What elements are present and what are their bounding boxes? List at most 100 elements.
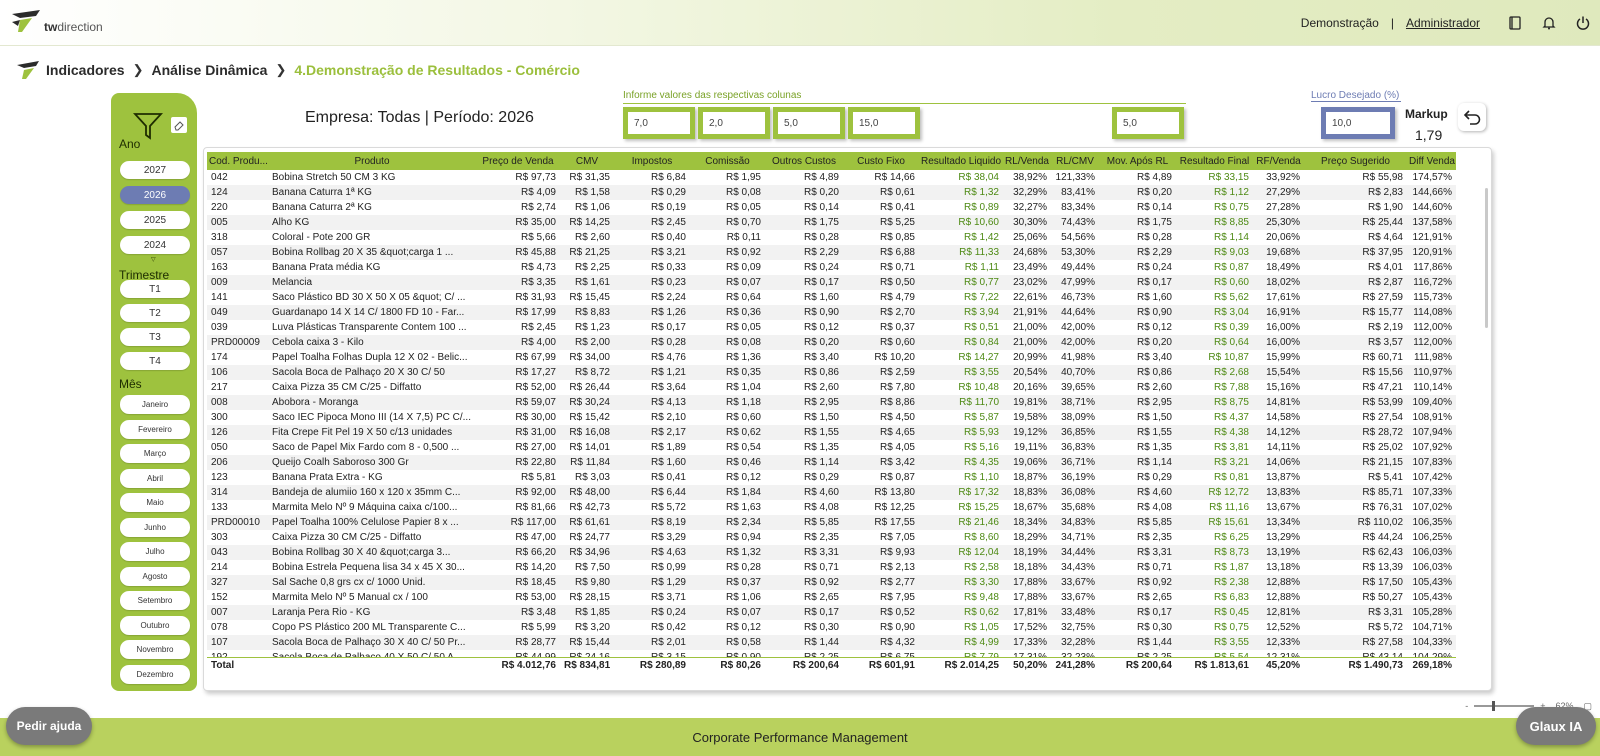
comissao-input[interactable] — [703, 112, 765, 134]
table-row[interactable]: PRD00010 Papel Toalha 100% Celulose Papie… — [207, 515, 1456, 530]
breadcrumb-item-indicadores[interactable]: Indicadores — [46, 62, 125, 78]
table-row[interactable]: 078 Copo PS Plástico 200 ML Transparente … — [207, 620, 1456, 635]
table-cell: R$ 0,87 — [1213, 262, 1249, 273]
table-row[interactable]: 163 Banana Prata média KG R$ 4,73 R$ 2,25 R$… — [207, 260, 1456, 275]
table-row[interactable]: 008 Abobora - Moranga R$ 59,07 R$ 30,24 R$ 4… — [207, 395, 1456, 410]
table-cell: R$ 30,00 — [515, 412, 556, 423]
table-row[interactable]: 327 Sal Sache 0,8 grs cx c/ 1000 Unid. R$ … — [207, 575, 1456, 590]
table-row[interactable]: 043 Bobina Rollbag 30 X 40 &quot;carga 3.… — [207, 545, 1456, 560]
table-row[interactable]: 124 Banana Caturra 1ª KG R$ 4,09 R$ 1,58 R$ … — [207, 185, 1456, 200]
lucro-desejado-input[interactable] — [1326, 112, 1390, 134]
col-rl-venda-header[interactable]: RL/Venda — [1003, 152, 1051, 170]
month-maio-button[interactable]: Maio — [120, 493, 190, 512]
month-dezembro-button[interactable]: Dezembro — [120, 665, 190, 684]
book-icon[interactable] — [1498, 0, 1532, 46]
month-agosto-button[interactable]: Agosto — [120, 567, 190, 586]
table-cell: R$ 1,18 — [690, 395, 765, 410]
ai-assistant-button[interactable]: Glaux IA — [1516, 707, 1596, 745]
table-row[interactable]: 152 Marmita Melo Nº 5 Manual cx / 100 R$ 5… — [207, 590, 1456, 605]
col-resultado-final-header[interactable]: Resultado Final — [1176, 152, 1253, 170]
quarter-t1-button[interactable]: T1 — [120, 280, 190, 298]
power-icon[interactable] — [1566, 0, 1600, 46]
table-cell: R$ 7,95 — [879, 592, 915, 603]
col-cod-header[interactable]: Cod. Produ... — [207, 152, 268, 170]
month-marco-button[interactable]: Março — [120, 444, 190, 463]
year-2025-button[interactable]: 2025 — [120, 211, 190, 229]
zoom-slider-knob[interactable] — [1492, 701, 1496, 711]
table-cell: R$ 27,58 — [1304, 635, 1407, 650]
logo[interactable]: twdirection — [10, 8, 120, 38]
table-row[interactable]: 107 Sacola Boca de Palhaço 30 X 40 C/ 50 … — [207, 635, 1456, 650]
bell-icon[interactable] — [1532, 0, 1566, 46]
col-rl-cmv-header[interactable]: RL/CMV — [1051, 152, 1099, 170]
clear-filters-button[interactable] — [171, 117, 187, 133]
year-2026-button[interactable]: 2026 — [120, 186, 190, 204]
table-row[interactable]: 217 Caixa Pizza 35 CM C/25 - Diffatto R$ 5… — [207, 380, 1456, 395]
mov-apos-rl-input[interactable] — [1117, 112, 1179, 134]
help-button[interactable]: Pedir ajuda — [6, 707, 92, 745]
month-abril-button[interactable]: Abril — [120, 469, 190, 488]
zoom-out-button[interactable]: - — [1465, 701, 1468, 711]
month-outubro-button[interactable]: Outubro — [120, 616, 190, 635]
outros-custos-input[interactable] — [778, 112, 840, 134]
home-logo-icon[interactable] — [16, 60, 40, 80]
col-custo-fixo-header[interactable]: Custo Fixo — [843, 152, 919, 170]
table-row[interactable]: 042 Bobina Stretch 50 CM 3 KG R$ 97,73 R$ 3… — [207, 170, 1456, 185]
table-row[interactable]: 049 Guardanapo 14 X 14 C/ 1800 FD 10 - Fa… — [207, 305, 1456, 320]
table-row[interactable]: 039 Luva Plásticas Transparente Contem 10… — [207, 320, 1456, 335]
zoom-slider[interactable] — [1474, 701, 1535, 711]
table-row[interactable]: 300 Saco IEC Pipoca Mono III (14 X 7,5) P… — [207, 410, 1456, 425]
col-cmv-header[interactable]: CMV — [560, 152, 614, 170]
table-row[interactable]: 050 Saco de Papel Mix Fardo com 8 - 0,500… — [207, 440, 1456, 455]
table-cell: R$ 1,11 — [964, 262, 999, 273]
table-row[interactable]: 106 Sacola Boca de Palhaço 20 X 30 C/ 50 R… — [207, 365, 1456, 380]
table-row[interactable]: 007 Laranja Pera Rio - KG R$ 3,48 R$ 1,85 R$… — [207, 605, 1456, 620]
month-fevereiro-button[interactable]: Fevereiro — [120, 420, 190, 439]
col-diff-venda-header[interactable]: Diff Venda — [1407, 152, 1456, 170]
month-janeiro-button[interactable]: Janeiro — [120, 395, 190, 414]
quarter-t4-button[interactable]: T4 — [120, 352, 190, 370]
month-junho-button[interactable]: Junho — [120, 518, 190, 537]
table-row[interactable]: 214 Bobina Estrela Pequena lisa 34 x 45 X… — [207, 560, 1456, 575]
table-row[interactable]: 126 Fita Crepe Fit Pel 19 X 50 c/13 unida… — [207, 425, 1456, 440]
table-row[interactable]: 009 Melancia R$ 3,35 R$ 1,61 R$ 0,23 R$ 0,07 R… — [207, 275, 1456, 290]
col-impostos-header[interactable]: Impostos — [614, 152, 690, 170]
table-row[interactable]: 206 Queijo Coalh Saboroso 300 Gr R$ 22,80 R… — [207, 455, 1456, 470]
table-row[interactable]: 174 Papel Toalha Folhas Dupla 12 X 02 - B… — [207, 350, 1456, 365]
col-mov-apos-rl-header[interactable]: Mov. Após RL — [1099, 152, 1176, 170]
col-preco-venda-header[interactable]: Preço de Venda — [476, 152, 560, 170]
table-row[interactable]: 141 Saco Plástico BD 30 X 50 X 05 &quot; … — [207, 290, 1456, 305]
month-julho-button[interactable]: Julho — [120, 542, 190, 561]
col-rf-venda-header[interactable]: RF/Venda — [1253, 152, 1304, 170]
impostos-input-wrap — [623, 107, 695, 139]
table-cell: R$ 2,29 — [765, 245, 843, 260]
table-row[interactable]: 057 Bobina Rollbag 20 X 35 &quot;carga 1 … — [207, 245, 1456, 260]
table-row[interactable]: 314 Bandeja de alumiio 160 x 120 x 35mm C… — [207, 485, 1456, 500]
col-preco-sugerido-header[interactable]: Preço Sugerido — [1304, 152, 1407, 170]
quarter-t2-button[interactable]: T2 — [120, 304, 190, 322]
custo-fixo-input[interactable] — [853, 112, 915, 134]
table-row[interactable]: PRD00009 Cebola caixa 3 - Kilo R$ 4,00 R$ 2… — [207, 335, 1456, 350]
col-produto-header[interactable]: Produto — [268, 152, 476, 170]
table-row[interactable]: 220 Banana Caturra 2ª KG R$ 2,74 R$ 1,06 R$ … — [207, 200, 1456, 215]
month-setembro-button[interactable]: Setembro — [120, 591, 190, 610]
user-menu-link[interactable]: Administrador — [1406, 16, 1480, 30]
month-novembro-button[interactable]: Novembro — [120, 640, 190, 659]
table-row[interactable]: 123 Banana Prata Extra - KG R$ 5,81 R$ 3,03… — [207, 470, 1456, 485]
table-cell: 13,87% — [1266, 472, 1300, 483]
quarter-t3-button[interactable]: T3 — [120, 328, 190, 346]
scroll-down-icon[interactable]: ▽ — [151, 256, 156, 263]
col-resultado-liquido-header[interactable]: Resultado Liquido — [919, 152, 1003, 170]
table-scrollbar[interactable] — [1485, 188, 1488, 328]
col-outros-custos-header[interactable]: Outros Custos — [765, 152, 843, 170]
impostos-input[interactable] — [628, 112, 690, 134]
col-comissao-header[interactable]: Comissão — [690, 152, 765, 170]
year-2024-button[interactable]: 2024 — [120, 236, 190, 254]
table-row[interactable]: 133 Marmita Melo Nº 9 Máquina caixa c/100… — [207, 500, 1456, 515]
table-row[interactable]: 005 Alho KG R$ 35,00 R$ 14,25 R$ 2,45 R$ 0,70… — [207, 215, 1456, 230]
back-button[interactable] — [1458, 103, 1486, 131]
year-2027-button[interactable]: 2027 — [120, 161, 190, 179]
table-row[interactable]: 318 Coloral - Pote 200 GR R$ 5,66 R$ 2,60 R$… — [207, 230, 1456, 245]
table-row[interactable]: 303 Caixa Pizza 30 CM C/25 - Diffatto R$ 4… — [207, 530, 1456, 545]
breadcrumb-item-analise[interactable]: Análise Dinâmica — [152, 62, 268, 78]
